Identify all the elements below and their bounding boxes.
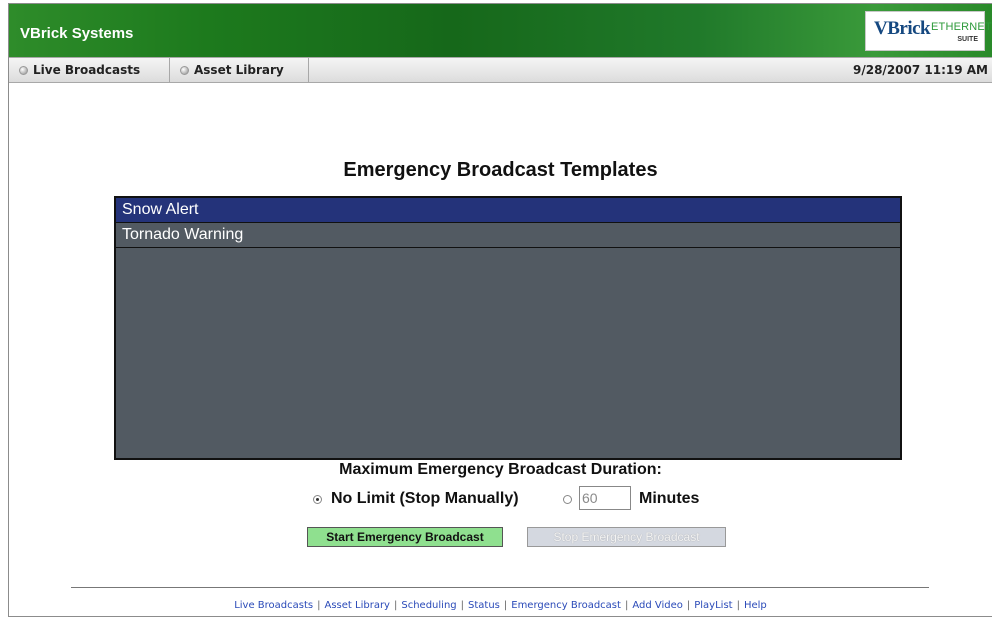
- list-item-tornado-warning[interactable]: Tornado Warning: [116, 223, 900, 248]
- app-window: VBrick Systems VBrick ETHERNETV SUITE Li…: [8, 3, 992, 617]
- logo-main-text: VBrick: [874, 18, 931, 39]
- duration-options: No Limit (Stop Manually) Minutes: [9, 486, 992, 512]
- footer-separator: |: [736, 600, 740, 611]
- start-emergency-broadcast-button[interactable]: Start Emergency Broadcast: [307, 527, 503, 547]
- footer-separator: |: [317, 600, 321, 611]
- radio-dot-icon: [180, 65, 189, 75]
- tab-asset-library[interactable]: Asset Library: [170, 58, 309, 82]
- datetime-display: 9/28/2007 11:19 AM: [853, 63, 988, 77]
- footer-separator: |: [503, 600, 508, 611]
- radio-dot-icon: [19, 65, 28, 75]
- nav-bar: Live Broadcasts Asset Library 9/28/2007 …: [9, 57, 992, 83]
- footer-link-playlist[interactable]: PlayList: [694, 600, 732, 611]
- header-bar: VBrick Systems VBrick ETHERNETV SUITE: [9, 4, 992, 57]
- minutes-radio[interactable]: [563, 495, 572, 504]
- no-limit-label: No Limit (Stop Manually): [331, 490, 519, 507]
- vbrick-logo: VBrick ETHERNETV SUITE: [865, 11, 992, 51]
- footer-separator: |: [460, 600, 464, 611]
- tab-label: Asset Library: [194, 63, 284, 77]
- logo-sub-text: ETHERNETV: [931, 21, 992, 33]
- minutes-label: Minutes: [639, 490, 700, 507]
- footer-divider: [71, 587, 929, 588]
- duration-label: Maximum Emergency Broadcast Duration:: [339, 461, 662, 478]
- tab-label: Live Broadcasts: [33, 63, 141, 77]
- footer-link-live-broadcasts[interactable]: Live Broadcasts: [234, 600, 313, 611]
- tab-live-broadcasts[interactable]: Live Broadcasts: [9, 58, 170, 82]
- no-limit-radio[interactable]: [313, 495, 322, 504]
- footer-link-add-video[interactable]: Add Video: [632, 600, 683, 611]
- app-title: VBrick Systems: [20, 25, 134, 42]
- footer-links: Live Broadcasts | Asset Library | Scheduling…: [9, 600, 992, 611]
- page-title: Emergency Broadcast Templates: [343, 159, 658, 181]
- footer-link-scheduling[interactable]: Scheduling: [401, 600, 456, 611]
- footer-separator: |: [624, 600, 629, 611]
- footer-separator: |: [686, 600, 691, 611]
- stop-emergency-broadcast-button[interactable]: Stop Emergency Broadcast: [527, 527, 726, 547]
- list-item-snow-alert[interactable]: Snow Alert: [116, 198, 900, 223]
- logo-suite-text: SUITE: [957, 36, 978, 43]
- footer-link-help[interactable]: Help: [744, 600, 767, 611]
- footer-link-status[interactable]: Status: [468, 600, 500, 611]
- footer-link-asset-library[interactable]: Asset Library: [325, 600, 390, 611]
- templates-listbox[interactable]: Snow Alert Tornado Warning: [114, 196, 902, 460]
- footer-link-emergency-broadcast[interactable]: Emergency Broadcast: [511, 600, 621, 611]
- minutes-input[interactable]: [579, 486, 631, 510]
- footer-separator: |: [393, 600, 398, 611]
